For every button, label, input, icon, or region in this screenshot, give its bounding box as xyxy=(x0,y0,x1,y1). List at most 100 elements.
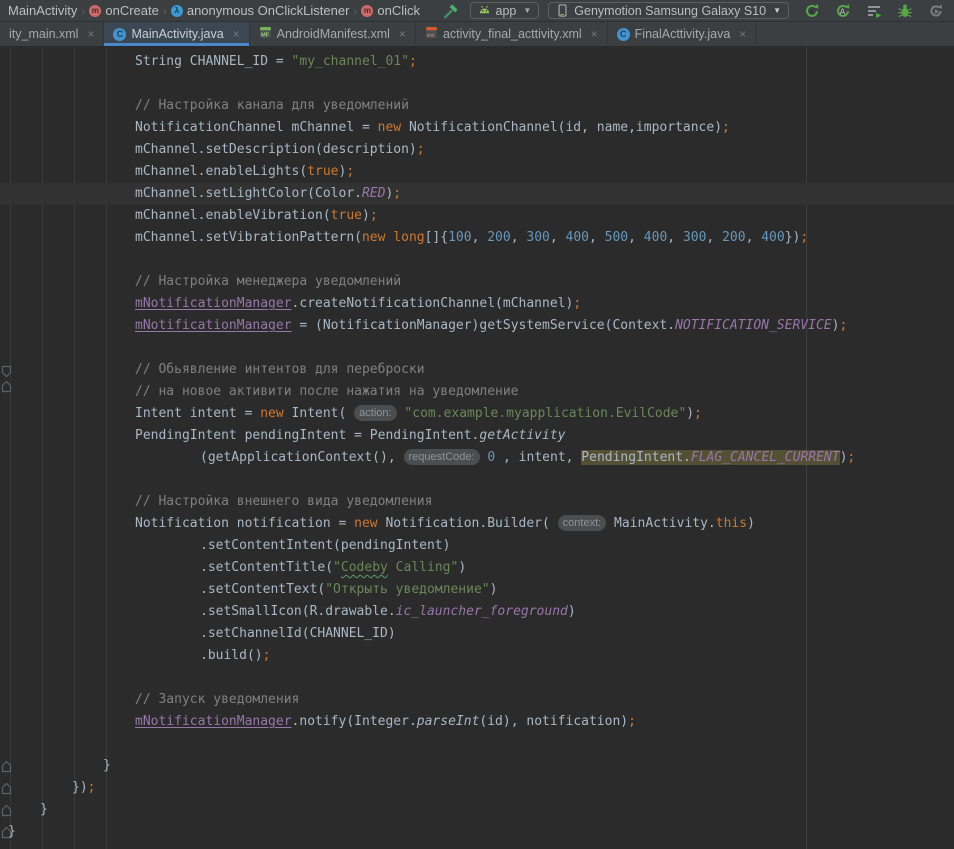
close-tab-icon[interactable]: × xyxy=(233,28,240,40)
run-configuration-selector[interactable]: app ▼ xyxy=(470,2,540,19)
code-token: ) xyxy=(568,604,576,619)
code-line[interactable]: String CHANNEL_ID = "my_channel_01"; xyxy=(0,51,954,73)
code-token: .setChannelId(CHANNEL_ID) xyxy=(200,626,396,641)
code-token: true xyxy=(307,164,338,179)
code-line[interactable]: } xyxy=(0,799,954,821)
code-line[interactable]: } xyxy=(0,821,954,843)
code-token: // Настройка внешнего вида уведомления xyxy=(135,494,432,509)
code-token: "my_channel_01" xyxy=(292,54,409,69)
code-line[interactable]: mNotificationManager.createNotificationC… xyxy=(0,293,954,315)
code-token: mChannel.setLightColor(Color. xyxy=(135,186,362,201)
code-line[interactable] xyxy=(0,469,954,491)
code-line[interactable]: .build(); xyxy=(0,645,954,667)
code-line[interactable]: mNotificationManager.notify(Integer.pars… xyxy=(0,711,954,733)
code-line[interactable]: .setChannelId(CHANNEL_ID) xyxy=(0,623,954,645)
code-token: mChannel.setVibrationPattern( xyxy=(135,230,362,245)
device-selector[interactable]: Genymotion Samsung Galaxy S10 ▼ xyxy=(548,2,789,19)
code-editor[interactable]: String CHANNEL_ID = "my_channel_01"; // Н… xyxy=(0,47,954,849)
tab-androidmanifest-xml[interactable]: MFAndroidManifest.xml× xyxy=(250,22,416,46)
breadcrumb-label: anonymous OnClickListener xyxy=(187,3,350,18)
code-token: 300 xyxy=(683,230,706,245)
apply-code-changes-icon[interactable]: A xyxy=(833,1,853,21)
breadcrumb-item[interactable]: onCreate xyxy=(86,3,161,18)
code-area[interactable]: String CHANNEL_ID = "my_channel_01"; // Н… xyxy=(0,51,954,843)
tab-label: MainActivity.java xyxy=(131,27,223,41)
breadcrumb-item[interactable]: anonymous OnClickListener xyxy=(168,3,353,18)
code-line[interactable] xyxy=(0,249,954,271)
code-line[interactable] xyxy=(0,667,954,689)
code-line[interactable] xyxy=(0,337,954,359)
svg-text:xml: xml xyxy=(427,33,435,39)
code-token: NotificationChannel(id, name,importance) xyxy=(401,120,722,135)
code-line[interactable]: mChannel.enableVibration(true); xyxy=(0,205,954,227)
tab-ity-main-xml[interactable]: ity_main.xml× xyxy=(0,22,104,46)
code-token: } xyxy=(40,802,48,817)
code-line[interactable]: mChannel.setVibrationPattern(new long[]{… xyxy=(0,227,954,249)
code-line[interactable]: .setSmallIcon(R.drawable.ic_launcher_for… xyxy=(0,601,954,623)
tab-mainactivity-java[interactable]: MainActivity.java × xyxy=(104,22,249,46)
code-line[interactable]: // Обьявление интентов для переброски xyxy=(0,359,954,381)
code-line[interactable]: PendingIntent pendingIntent = PendingInt… xyxy=(0,425,954,447)
apply-changes-icon[interactable] xyxy=(802,1,822,21)
code-line[interactable]: } xyxy=(0,755,954,777)
code-line[interactable]: mChannel.enableLights(true); xyxy=(0,161,954,183)
code-line[interactable]: Intent intent = new Intent( action: "com… xyxy=(0,403,954,425)
code-line[interactable]: .setContentIntent(pendingIntent) xyxy=(0,535,954,557)
code-token: ) xyxy=(490,582,498,597)
code-token: .setSmallIcon(R.drawable. xyxy=(200,604,396,619)
code-line[interactable]: .setContentText("Открыть уведомление") xyxy=(0,579,954,601)
code-token: true xyxy=(331,208,362,223)
breadcrumb-item[interactable]: MainActivity xyxy=(5,3,80,18)
attach-debugger-icon[interactable] xyxy=(926,1,946,21)
profiler-icon[interactable] xyxy=(864,1,884,21)
code-token: , xyxy=(589,230,605,245)
code-token: Notification notification = xyxy=(135,516,354,531)
code-token: ; xyxy=(346,164,354,179)
code-line[interactable]: mChannel.setLightColor(Color.RED); xyxy=(0,183,954,205)
editor-tabs: ity_main.xml×MainActivity.java×MFAndroid… xyxy=(0,22,954,47)
code-line[interactable]: // на новое активити после нажатия на ув… xyxy=(0,381,954,403)
code-line[interactable]: Notification notification = new Notifica… xyxy=(0,513,954,535)
code-token: } xyxy=(8,824,16,839)
tab-finalacttivity-java[interactable]: FinalActtivity.java× xyxy=(608,22,757,46)
debug-icon[interactable] xyxy=(895,1,915,21)
code-line[interactable]: mChannel.setDescription(description); xyxy=(0,139,954,161)
code-line[interactable]: // Настройка канала для уведомлений xyxy=(0,95,954,117)
code-token: 400 xyxy=(566,230,589,245)
method-icon xyxy=(89,5,101,17)
code-token: // Запуск уведомления xyxy=(135,692,299,707)
anonymous-class-icon xyxy=(171,5,183,17)
breadcrumb-label: MainActivity xyxy=(8,3,77,18)
tab-activity-final-acttivity-xml[interactable]: xmlactivity_final_acttivity.xml× xyxy=(416,22,608,46)
close-tab-icon[interactable]: × xyxy=(399,28,406,40)
code-token: ) xyxy=(686,406,694,421)
close-tab-icon[interactable]: × xyxy=(739,28,746,40)
code-line[interactable] xyxy=(0,733,954,755)
code-token: ; xyxy=(628,714,636,729)
code-token: 200 xyxy=(487,230,510,245)
close-tab-icon[interactable]: × xyxy=(591,28,598,40)
code-token: Intent intent = xyxy=(135,406,260,421)
code-line[interactable] xyxy=(0,73,954,95)
code-line[interactable]: (getApplicationContext(), requestCode: 0… xyxy=(0,447,954,469)
code-line[interactable]: }); xyxy=(0,777,954,799)
breadcrumb-item[interactable]: onClick xyxy=(358,3,423,18)
code-line[interactable]: mNotificationManager = (NotificationMana… xyxy=(0,315,954,337)
code-token: mChannel.enableLights( xyxy=(135,164,307,179)
code-token: PendingIntent pendingIntent = PendingInt… xyxy=(135,428,479,443)
code-token: .notify(Integer. xyxy=(292,714,417,729)
code-token: }) xyxy=(785,230,801,245)
code-line[interactable]: // Настройка внешнего вида уведомления xyxy=(0,491,954,513)
build-hammer-icon[interactable] xyxy=(441,1,461,21)
android-icon xyxy=(478,4,491,17)
code-line[interactable]: // Запуск уведомления xyxy=(0,689,954,711)
toolbar-right-group: app ▼ Genymotion Samsung Galaxy S10 ▼ A xyxy=(441,1,954,21)
code-token: 100 xyxy=(448,230,471,245)
code-token: Notification.Builder( xyxy=(378,516,558,531)
code-line[interactable]: .setContentTitle("Codeby Calling") xyxy=(0,557,954,579)
code-line[interactable]: // Настройка менеджера уведомлений xyxy=(0,271,954,293)
code-token: " xyxy=(333,560,341,575)
code-token: ) xyxy=(362,208,370,223)
code-line[interactable]: NotificationChannel mChannel = new Notif… xyxy=(0,117,954,139)
close-tab-icon[interactable]: × xyxy=(87,28,94,40)
